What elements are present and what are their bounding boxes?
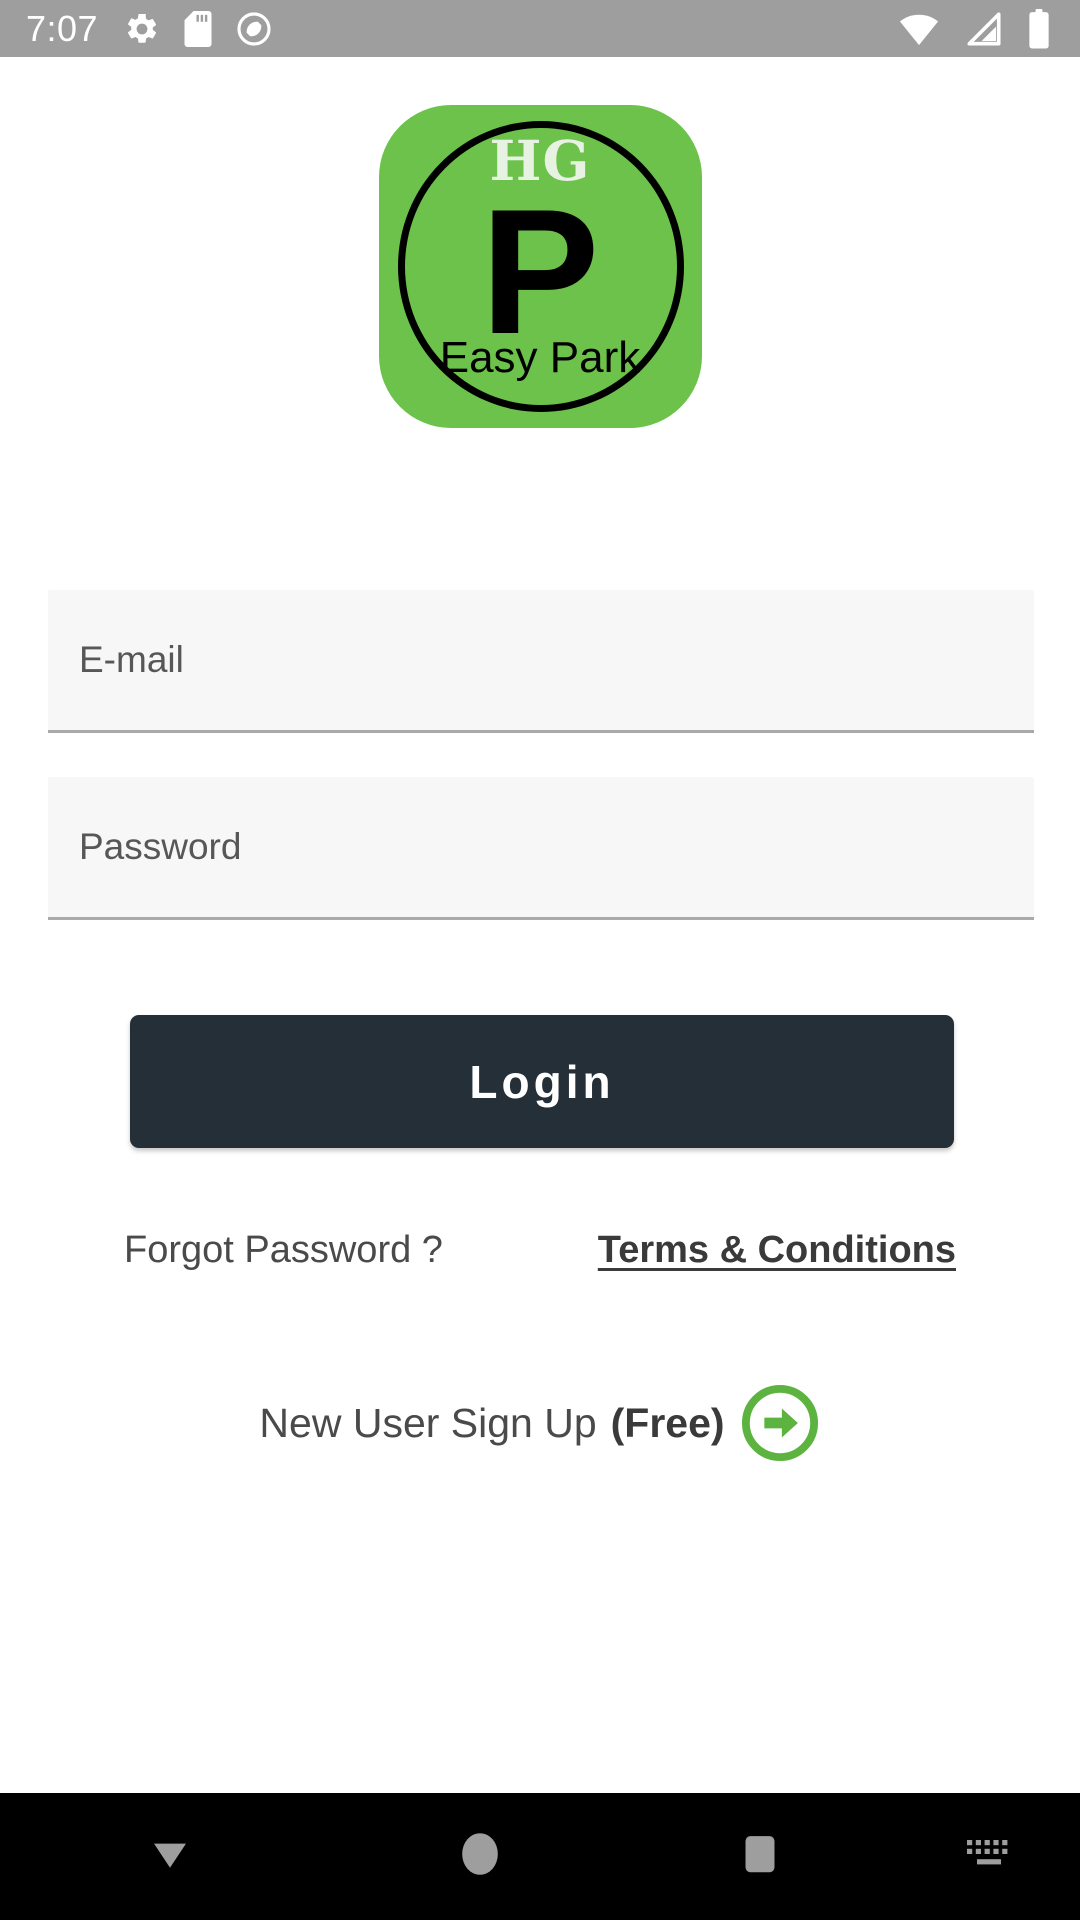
signup-label: New User Sign Up — [259, 1399, 597, 1446]
status-bar-right-icons — [898, 8, 1058, 49]
forgot-password-link[interactable]: Forgot Password ? — [124, 1231, 443, 1269]
sd-card-icon — [182, 10, 214, 47]
password-input[interactable] — [48, 777, 1034, 920]
wifi-icon — [898, 12, 940, 46]
keyboard-icon — [963, 1834, 1017, 1879]
login-button[interactable]: Login — [130, 1015, 954, 1148]
app-logo-container: HG P Easy Park — [0, 105, 1080, 428]
nav-home-button[interactable] — [340, 1793, 620, 1920]
signup-free-badge: (Free) — [610, 1399, 725, 1446]
status-bar-clock: 7:07 — [26, 7, 99, 49]
do-not-disturb-icon — [236, 11, 272, 47]
gear-icon — [124, 11, 160, 47]
app-screen: 7:07 HG P Easy Park E-mail Login Forgot … — [0, 0, 1080, 1920]
signup-arrow-icon[interactable] — [739, 1382, 821, 1464]
app-logo: HG P Easy Park — [378, 105, 702, 428]
home-icon — [457, 1828, 503, 1885]
nav-recents-button[interactable] — [620, 1793, 900, 1920]
auth-links-row: Forgot Password ? Terms & Conditions — [0, 1225, 1080, 1275]
status-bar-left-icons — [124, 10, 272, 47]
email-input[interactable] — [48, 590, 1034, 733]
android-navigation-bar — [0, 1793, 1080, 1920]
nav-keyboard-switcher[interactable] — [900, 1793, 1080, 1920]
back-icon — [144, 1828, 196, 1885]
battery-icon — [1028, 8, 1050, 49]
status-bar: 7:07 — [0, 0, 1080, 57]
recents-icon — [739, 1828, 781, 1885]
cellular-signal-icon — [966, 11, 1002, 46]
terms-and-conditions-link[interactable]: Terms & Conditions — [598, 1231, 956, 1269]
new-user-signup-row[interactable]: New User Sign Up (Free) — [0, 1382, 1080, 1464]
logo-tagline: Easy Park — [439, 333, 641, 382]
nav-back-button[interactable] — [0, 1793, 340, 1920]
